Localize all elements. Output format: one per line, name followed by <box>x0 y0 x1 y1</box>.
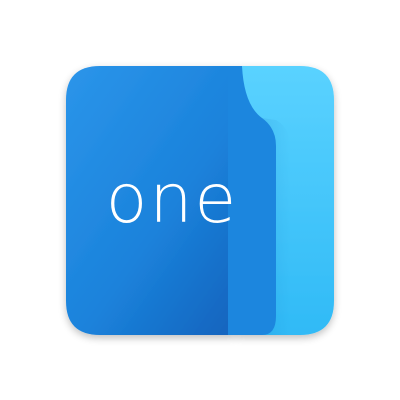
app-logo-icon: one <box>0 0 400 400</box>
app-icon-canvas: one <box>0 0 400 400</box>
app-icon-graphic: one <box>66 66 334 335</box>
wordmark: one <box>106 160 239 239</box>
